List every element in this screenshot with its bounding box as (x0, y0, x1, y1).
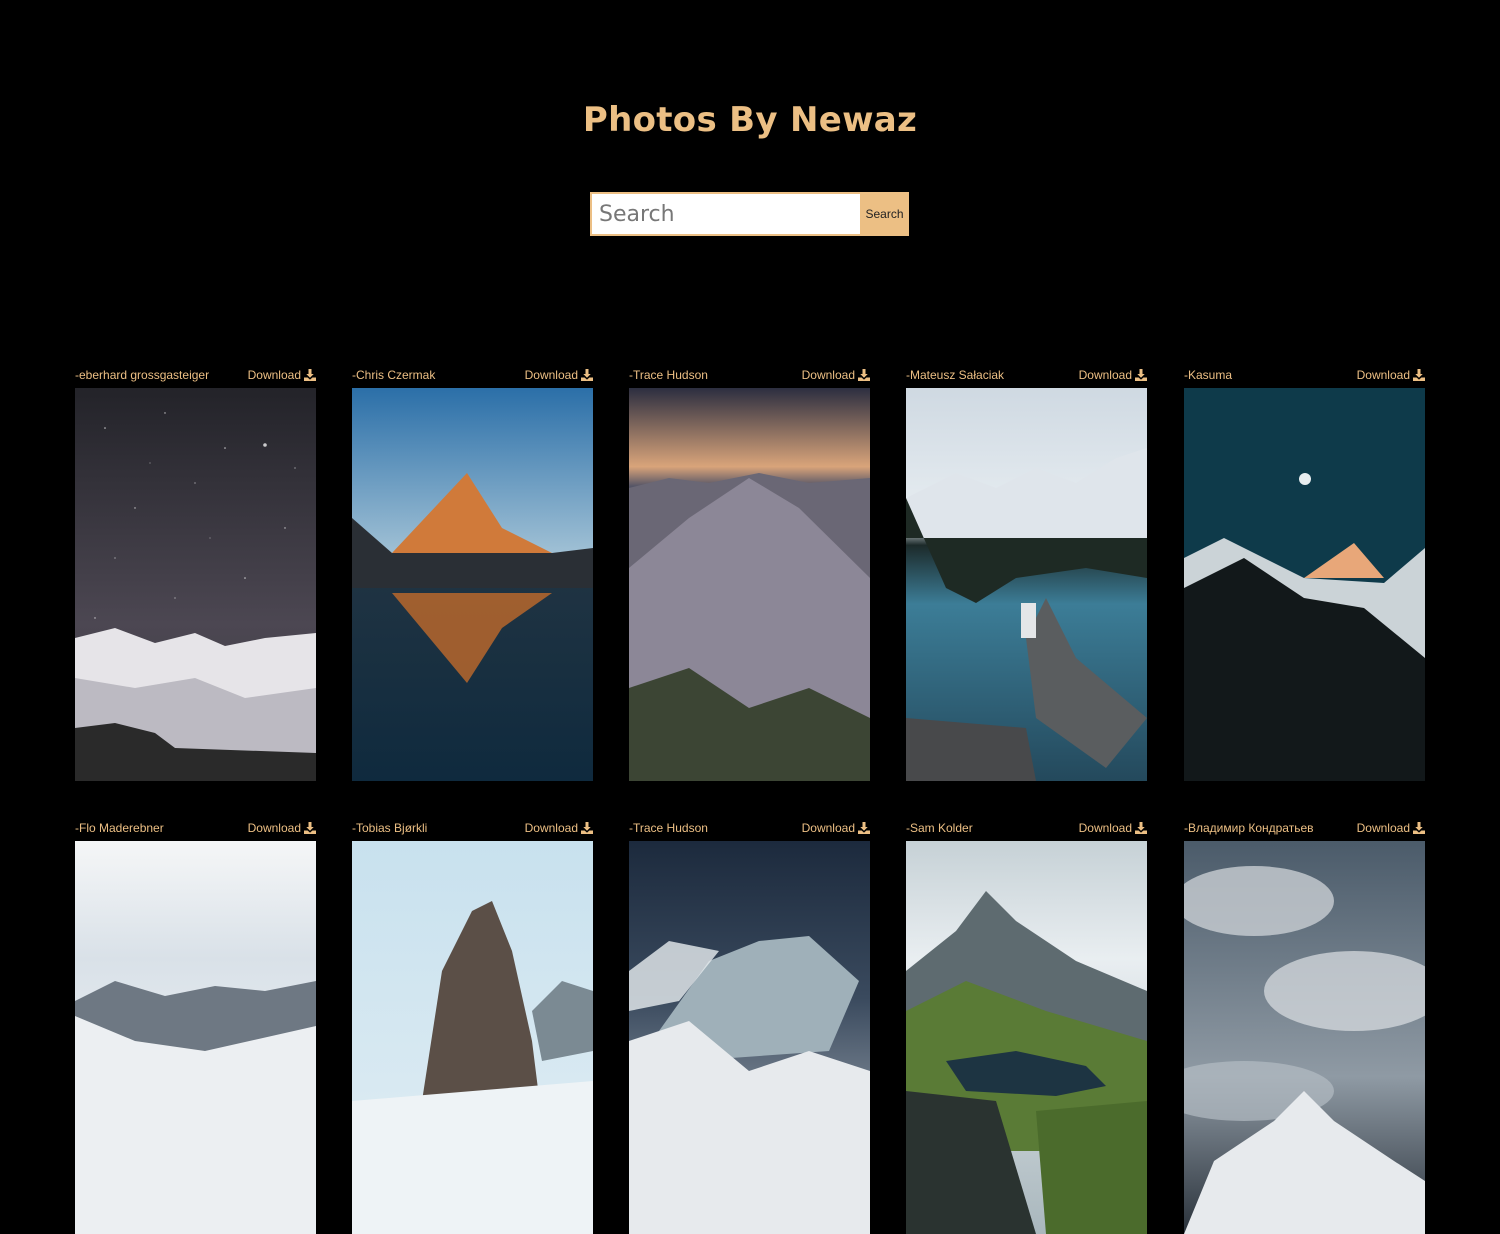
photo-card: -Tobias Bjørkli Download (352, 821, 593, 1234)
download-link[interactable]: Download (802, 821, 870, 835)
photo-card: -Trace Hudson Download (629, 821, 870, 1234)
photo-card: -eberhard grossgasteiger Download (75, 368, 316, 781)
photo-image[interactable] (1184, 388, 1425, 781)
photo-image[interactable] (906, 388, 1147, 781)
photo-card: -Владимир Кондратьев Download (1184, 821, 1425, 1234)
photo-card: -Flo Maderebner Download (75, 821, 316, 1234)
download-icon (1413, 369, 1425, 381)
search-input[interactable] (590, 192, 860, 236)
photo-author: -Kasuma (1184, 368, 1233, 382)
download-link[interactable]: Download (248, 821, 316, 835)
photo-image[interactable] (906, 841, 1147, 1234)
photo-image[interactable] (352, 841, 593, 1234)
photo-author: -Tobias Bjørkli (352, 821, 428, 835)
download-link[interactable]: Download (248, 368, 316, 382)
download-link[interactable]: Download (525, 821, 593, 835)
photo-author: -eberhard grossgasteiger (75, 368, 210, 382)
photo-author: -Sam Kolder (906, 821, 973, 835)
photo-card: -Chris Czermak Download (352, 368, 593, 781)
download-icon (304, 822, 316, 834)
photo-image[interactable] (352, 388, 593, 781)
download-link[interactable]: Download (1357, 368, 1425, 382)
download-icon (858, 822, 870, 834)
download-icon (304, 369, 316, 381)
photo-author: -Mateusz Sałaciak (906, 368, 1005, 382)
photo-image[interactable] (75, 841, 316, 1234)
photo-author: -Владимир Кондратьев (1184, 821, 1314, 835)
download-link[interactable]: Download (525, 368, 593, 382)
download-icon (1135, 369, 1147, 381)
photo-image[interactable] (1184, 841, 1425, 1234)
download-icon (1135, 822, 1147, 834)
photo-card: -Mateusz Sałaciak Download (906, 368, 1147, 781)
photo-image[interactable] (75, 388, 316, 781)
photo-card: -Sam Kolder Download (906, 821, 1147, 1234)
download-icon (858, 369, 870, 381)
photo-author: -Trace Hudson (629, 821, 708, 835)
photo-image[interactable] (629, 388, 870, 781)
photo-card: -Trace Hudson Download (629, 368, 870, 781)
page-title: Photos By Newaz (582, 100, 918, 140)
photo-author: -Flo Maderebner (75, 821, 164, 835)
download-link[interactable]: Download (802, 368, 870, 382)
download-link[interactable]: Download (1079, 368, 1147, 382)
download-icon (1413, 822, 1425, 834)
search-button[interactable]: Search (860, 192, 909, 236)
photo-card: -Kasuma Download (1184, 368, 1425, 781)
download-icon (581, 822, 593, 834)
download-link[interactable]: Download (1357, 821, 1425, 835)
photo-image[interactable] (629, 841, 870, 1234)
download-link[interactable]: Download (1079, 821, 1147, 835)
download-icon (581, 369, 593, 381)
search-bar: Search (590, 192, 909, 236)
photo-author: -Chris Czermak (352, 368, 436, 382)
photo-author: -Trace Hudson (629, 368, 708, 382)
